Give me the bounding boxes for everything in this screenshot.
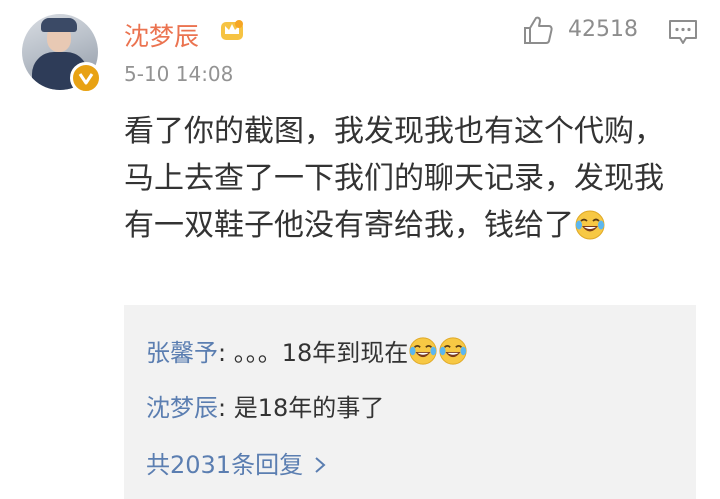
- like-count: 42518: [568, 17, 638, 42]
- avatar[interactable]: [22, 14, 102, 94]
- laugh-emoji-icon: [439, 337, 467, 365]
- laugh-emoji-icon: [409, 337, 437, 365]
- verified-badge-icon: [70, 62, 102, 94]
- reply-item[interactable]: 张馨予: 。。。18年到现在: [146, 333, 468, 368]
- more-replies-label: 共2031条回复: [146, 451, 304, 479]
- reply-text: 是18年的事了: [226, 394, 385, 422]
- reply-icon[interactable]: [668, 18, 698, 46]
- reply-author[interactable]: 沈梦辰: [146, 394, 218, 422]
- comment-username[interactable]: 沈梦辰: [124, 17, 199, 53]
- reply-separator: :: [218, 394, 227, 422]
- view-more-replies-link[interactable]: 共2031条回复: [146, 445, 327, 480]
- laugh-cry-emoji-icon: [575, 210, 605, 240]
- reply-section: 张馨予: 。。。18年到现在 沈梦辰: 是18年的事了 共2031条回复: [124, 305, 696, 499]
- comment-text: 看了你的截图，我发现我也有这个代购，马上去查了一下我们的聊天记录，发现我有一双鞋…: [124, 108, 690, 249]
- reply-separator: :: [218, 339, 227, 367]
- reply-item[interactable]: 沈梦辰: 是18年的事了: [146, 388, 384, 423]
- comment-date: 5-10 14:08: [124, 62, 234, 86]
- chevron-right-icon: [315, 457, 326, 473]
- crown-icon: [221, 20, 243, 40]
- reply-text: 。。。18年到现在: [226, 339, 409, 367]
- thumbs-up-icon[interactable]: [522, 14, 554, 46]
- reply-author[interactable]: 张馨予: [146, 339, 218, 367]
